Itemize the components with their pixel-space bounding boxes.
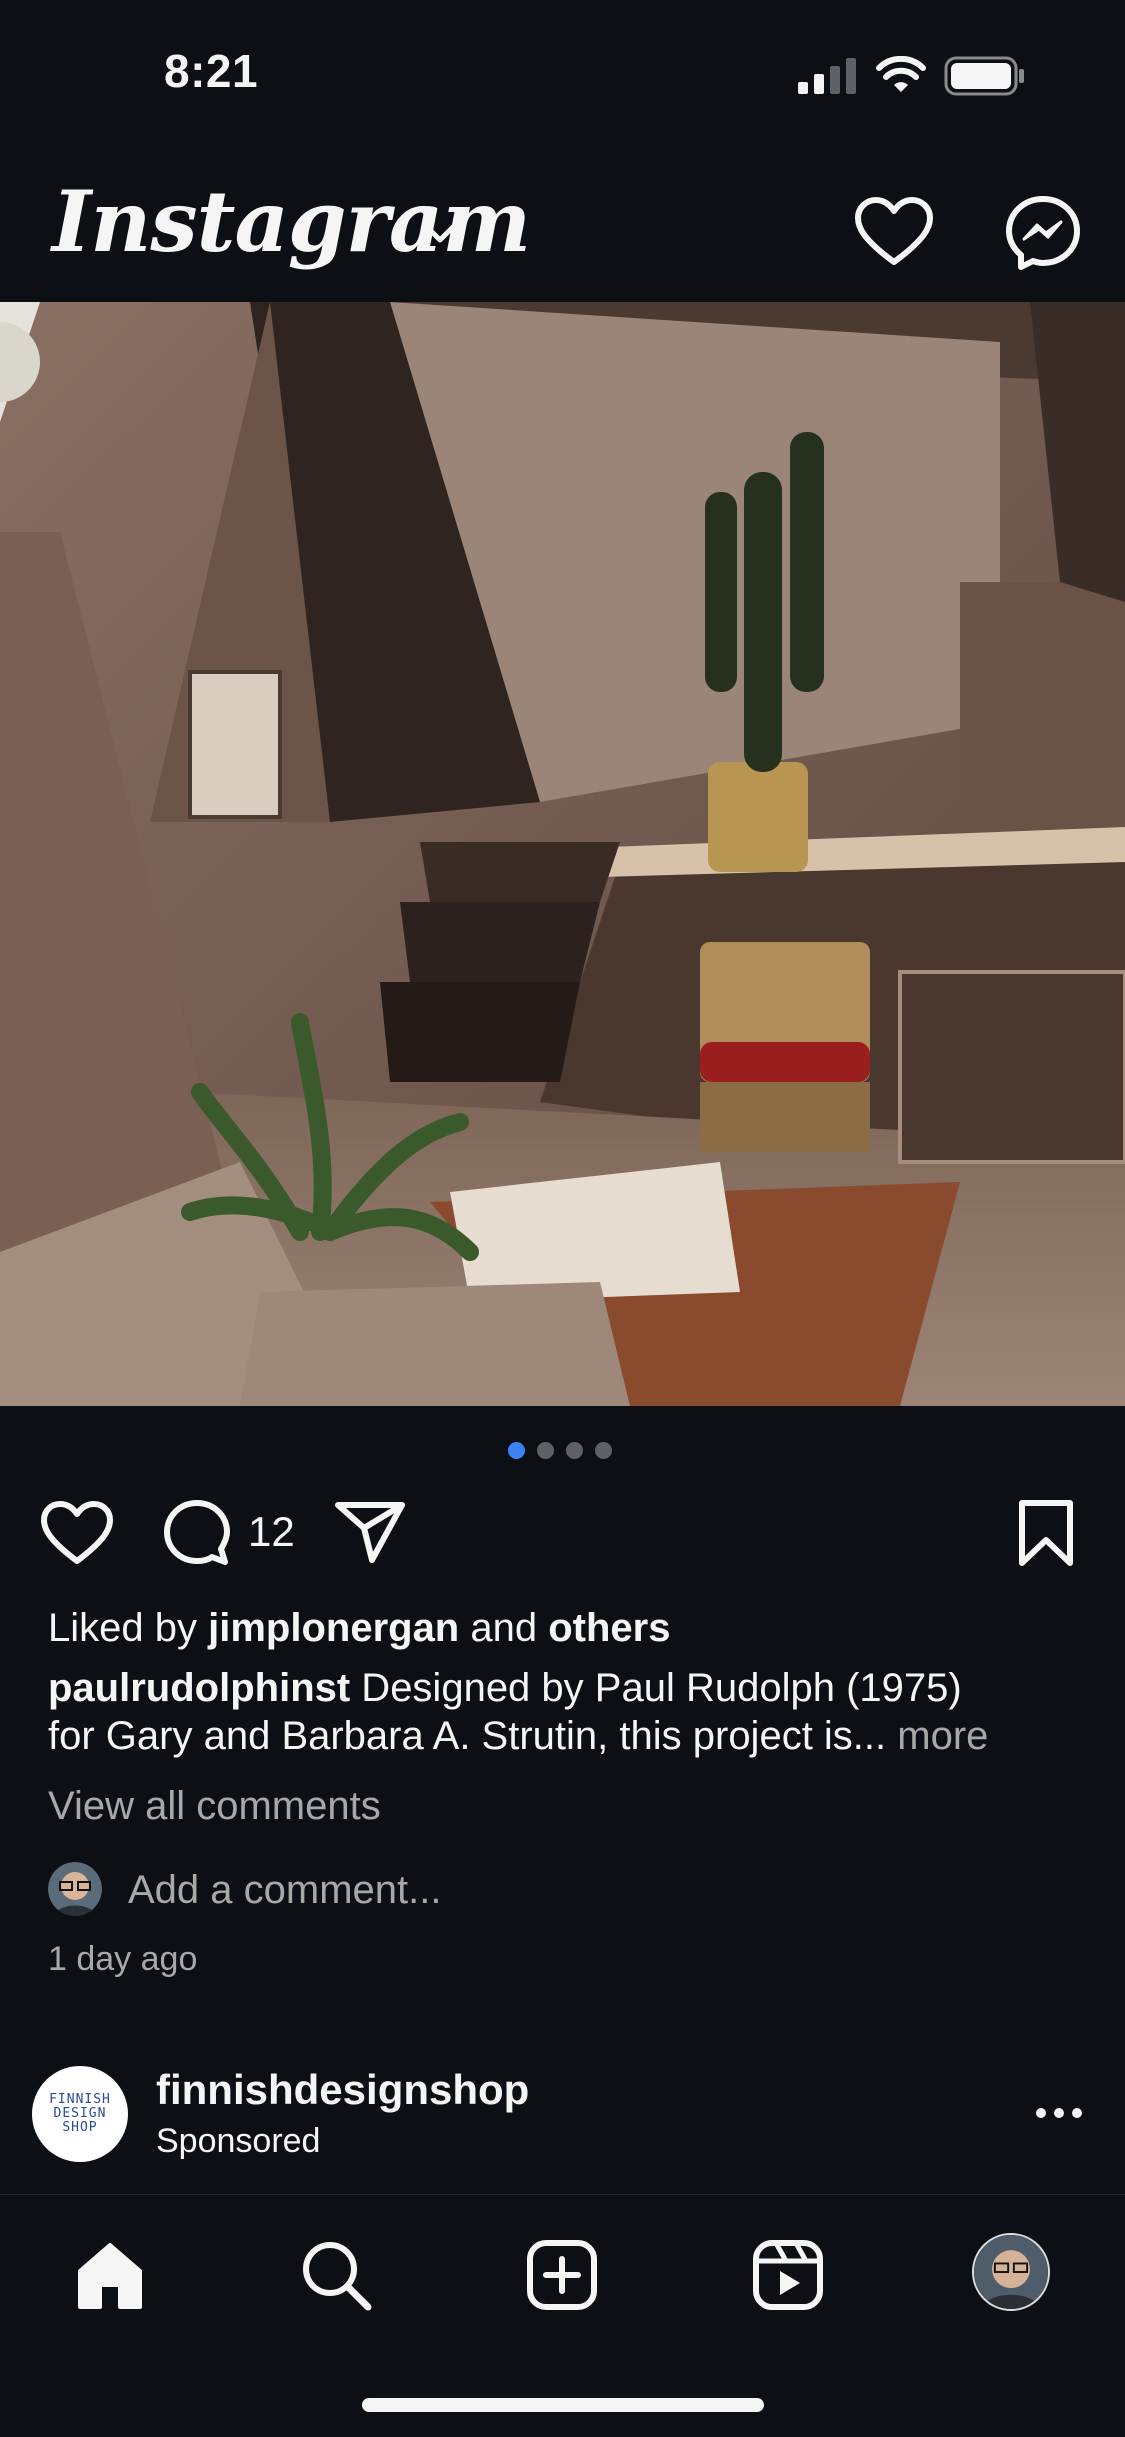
sponsored-label: Sponsored bbox=[156, 2122, 321, 2160]
caption-line-1: paulrudolphinst Designed by Paul Rudolph… bbox=[48, 1664, 962, 1712]
chevron-down-icon[interactable] bbox=[420, 218, 460, 246]
liked-by-prefix: Liked by bbox=[48, 1606, 209, 1650]
notifications-heart-icon[interactable] bbox=[854, 196, 934, 268]
comment-count[interactable]: 12 bbox=[248, 1508, 295, 1556]
create-post-icon[interactable] bbox=[524, 2237, 600, 2313]
liked-by-others[interactable]: others bbox=[548, 1606, 670, 1650]
more-options-icon[interactable] bbox=[1034, 2100, 1084, 2126]
sponsor-logo-text: FINNISH DESIGN SHOP bbox=[49, 2092, 111, 2135]
caption-line-2: for Gary and Barbara A. Strutin, this pr… bbox=[48, 1712, 988, 1760]
add-comment-input[interactable]: Add a comment... bbox=[128, 1866, 441, 1914]
battery-icon bbox=[944, 56, 1024, 96]
status-time: 8:21 bbox=[164, 45, 259, 97]
caption-author[interactable]: paulrudolphinst bbox=[48, 1666, 350, 1710]
carousel-dot bbox=[508, 1442, 525, 1459]
liked-by-line[interactable]: Liked by jimplonergan and others bbox=[48, 1604, 670, 1652]
caption-text-1: Designed by Paul Rudolph (1975) bbox=[350, 1666, 962, 1710]
like-heart-icon[interactable] bbox=[40, 1500, 114, 1566]
avatar bbox=[48, 1862, 102, 1916]
caption-text-2: for Gary and Barbara A. Strutin, this pr… bbox=[48, 1714, 887, 1758]
profile-avatar[interactable] bbox=[972, 2233, 1050, 2311]
carousel-dots bbox=[508, 1442, 612, 1460]
sponsor-avatar[interactable]: FINNISH DESIGN SHOP bbox=[32, 2066, 128, 2162]
view-all-comments-link[interactable]: View all comments bbox=[48, 1782, 381, 1830]
liked-by-middle: and bbox=[459, 1606, 549, 1650]
comment-icon[interactable] bbox=[162, 1498, 232, 1568]
home-indicator bbox=[362, 2398, 764, 2412]
carousel-dot bbox=[537, 1442, 554, 1459]
liked-by-user[interactable]: jimplonergan bbox=[208, 1606, 459, 1650]
messenger-icon[interactable] bbox=[1004, 194, 1082, 272]
signal-icon bbox=[798, 58, 856, 94]
post-photo[interactable] bbox=[0, 302, 1125, 1406]
caption-more-link[interactable]: more bbox=[886, 1714, 988, 1758]
search-icon[interactable] bbox=[298, 2237, 374, 2313]
wifi-icon bbox=[876, 56, 926, 92]
reels-icon[interactable] bbox=[750, 2237, 826, 2313]
sponsor-account-name[interactable]: finnishdesignshop bbox=[156, 2066, 529, 2114]
carousel-dot bbox=[595, 1442, 612, 1459]
share-send-icon[interactable] bbox=[334, 1500, 406, 1564]
bookmark-icon[interactable] bbox=[1016, 1498, 1076, 1568]
post-timestamp: 1 day ago bbox=[48, 1940, 198, 1978]
carousel-dot bbox=[566, 1442, 583, 1459]
home-icon[interactable] bbox=[72, 2237, 148, 2313]
